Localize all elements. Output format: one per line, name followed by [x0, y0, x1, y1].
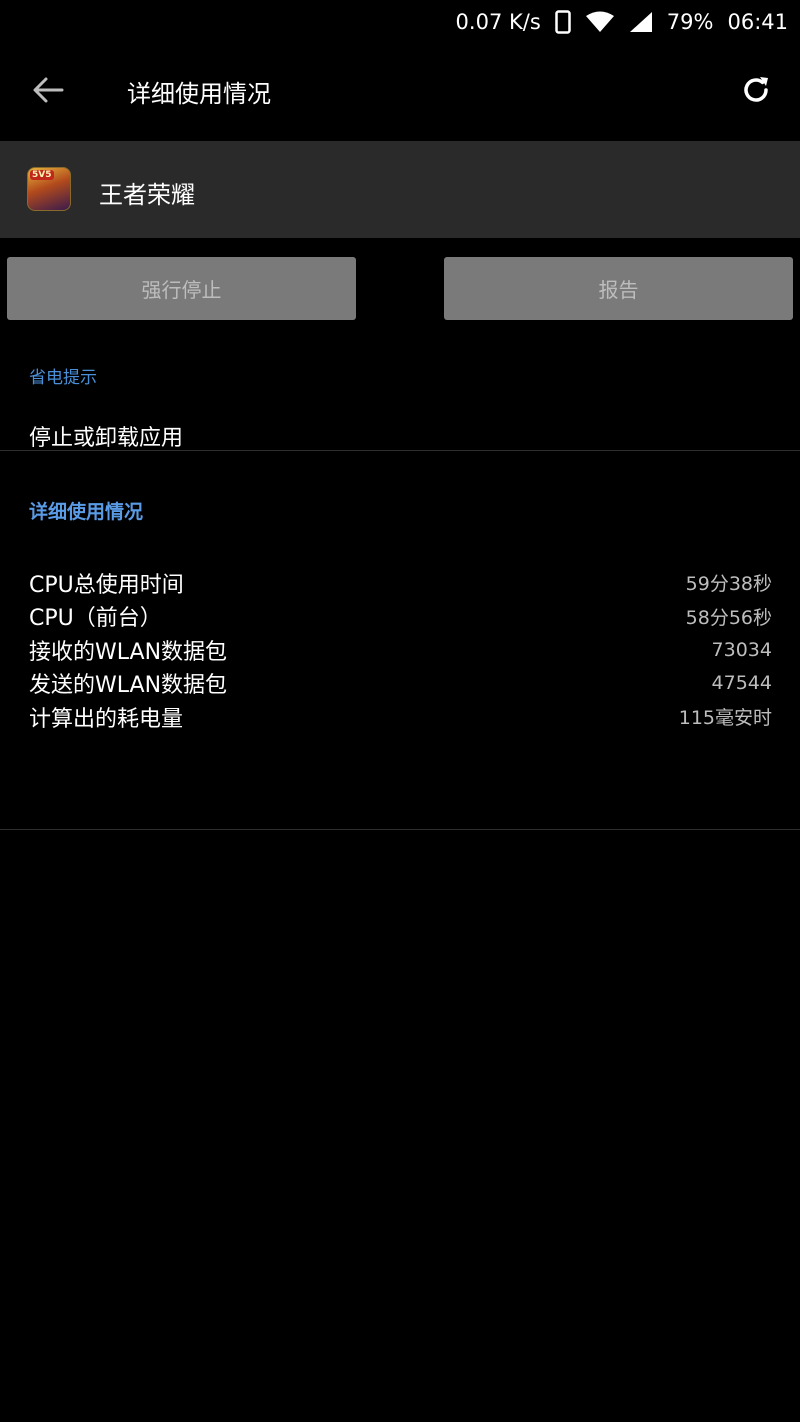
back-button[interactable]: [28, 72, 68, 112]
app-icon: 5V5: [27, 167, 71, 211]
clock: 06:41: [727, 10, 788, 34]
stat-label: CPU（前台）: [29, 606, 162, 632]
stat-label: 发送的WLAN数据包: [29, 673, 228, 699]
toolbar: 详细使用情况: [0, 44, 800, 140]
status-bar: 0.07 K/s 79% 06:41: [0, 0, 800, 44]
power-tips-header: 省电提示: [29, 368, 97, 388]
app-icon-badge: 5V5: [30, 170, 54, 180]
refresh-button[interactable]: [736, 72, 776, 112]
report-button[interactable]: 报告: [444, 257, 793, 320]
phone-icon: [555, 10, 571, 34]
stat-value: 73034: [711, 638, 772, 661]
network-speed: 0.07 K/s: [455, 10, 541, 34]
stat-value: 58分56秒: [685, 606, 772, 629]
stat-value: 47544: [711, 672, 772, 695]
stop-or-uninstall-item[interactable]: 停止或卸载应用: [29, 420, 183, 452]
stat-row-cpu-total: CPU总使用时间 59分38秒: [29, 566, 772, 600]
usage-stats-list: CPU总使用时间 59分38秒 CPU（前台） 58分56秒 接收的WLAN数据…: [29, 566, 772, 734]
wifi-icon: [585, 11, 615, 33]
page-title: 详细使用情况: [127, 80, 271, 108]
app-header: 5V5 王者荣耀: [0, 141, 800, 238]
stat-label: CPU总使用时间: [29, 572, 184, 598]
usage-details-header: 详细使用情况: [29, 501, 144, 523]
stat-row-power-usage: 计算出的耗电量 115毫安时: [29, 700, 772, 734]
stat-row-wlan-received: 接收的WLAN数据包 73034: [29, 633, 772, 667]
stat-value: 115毫安时: [678, 707, 772, 730]
refresh-icon: [740, 74, 772, 110]
app-name: 王者荣耀: [99, 181, 195, 209]
divider: [0, 450, 800, 451]
arrow-left-icon: [32, 76, 64, 108]
stat-row-wlan-sent: 发送的WLAN数据包 47544: [29, 667, 772, 701]
stat-label: 计算出的耗电量: [29, 706, 184, 732]
force-stop-button[interactable]: 强行停止: [7, 257, 356, 320]
divider: [0, 829, 800, 830]
stat-label: 接收的WLAN数据包: [29, 639, 228, 665]
battery-level: 79%: [666, 10, 714, 34]
stat-row-cpu-foreground: CPU（前台） 58分56秒: [29, 600, 772, 634]
stat-value: 59分38秒: [685, 573, 772, 596]
signal-icon: [629, 11, 653, 33]
